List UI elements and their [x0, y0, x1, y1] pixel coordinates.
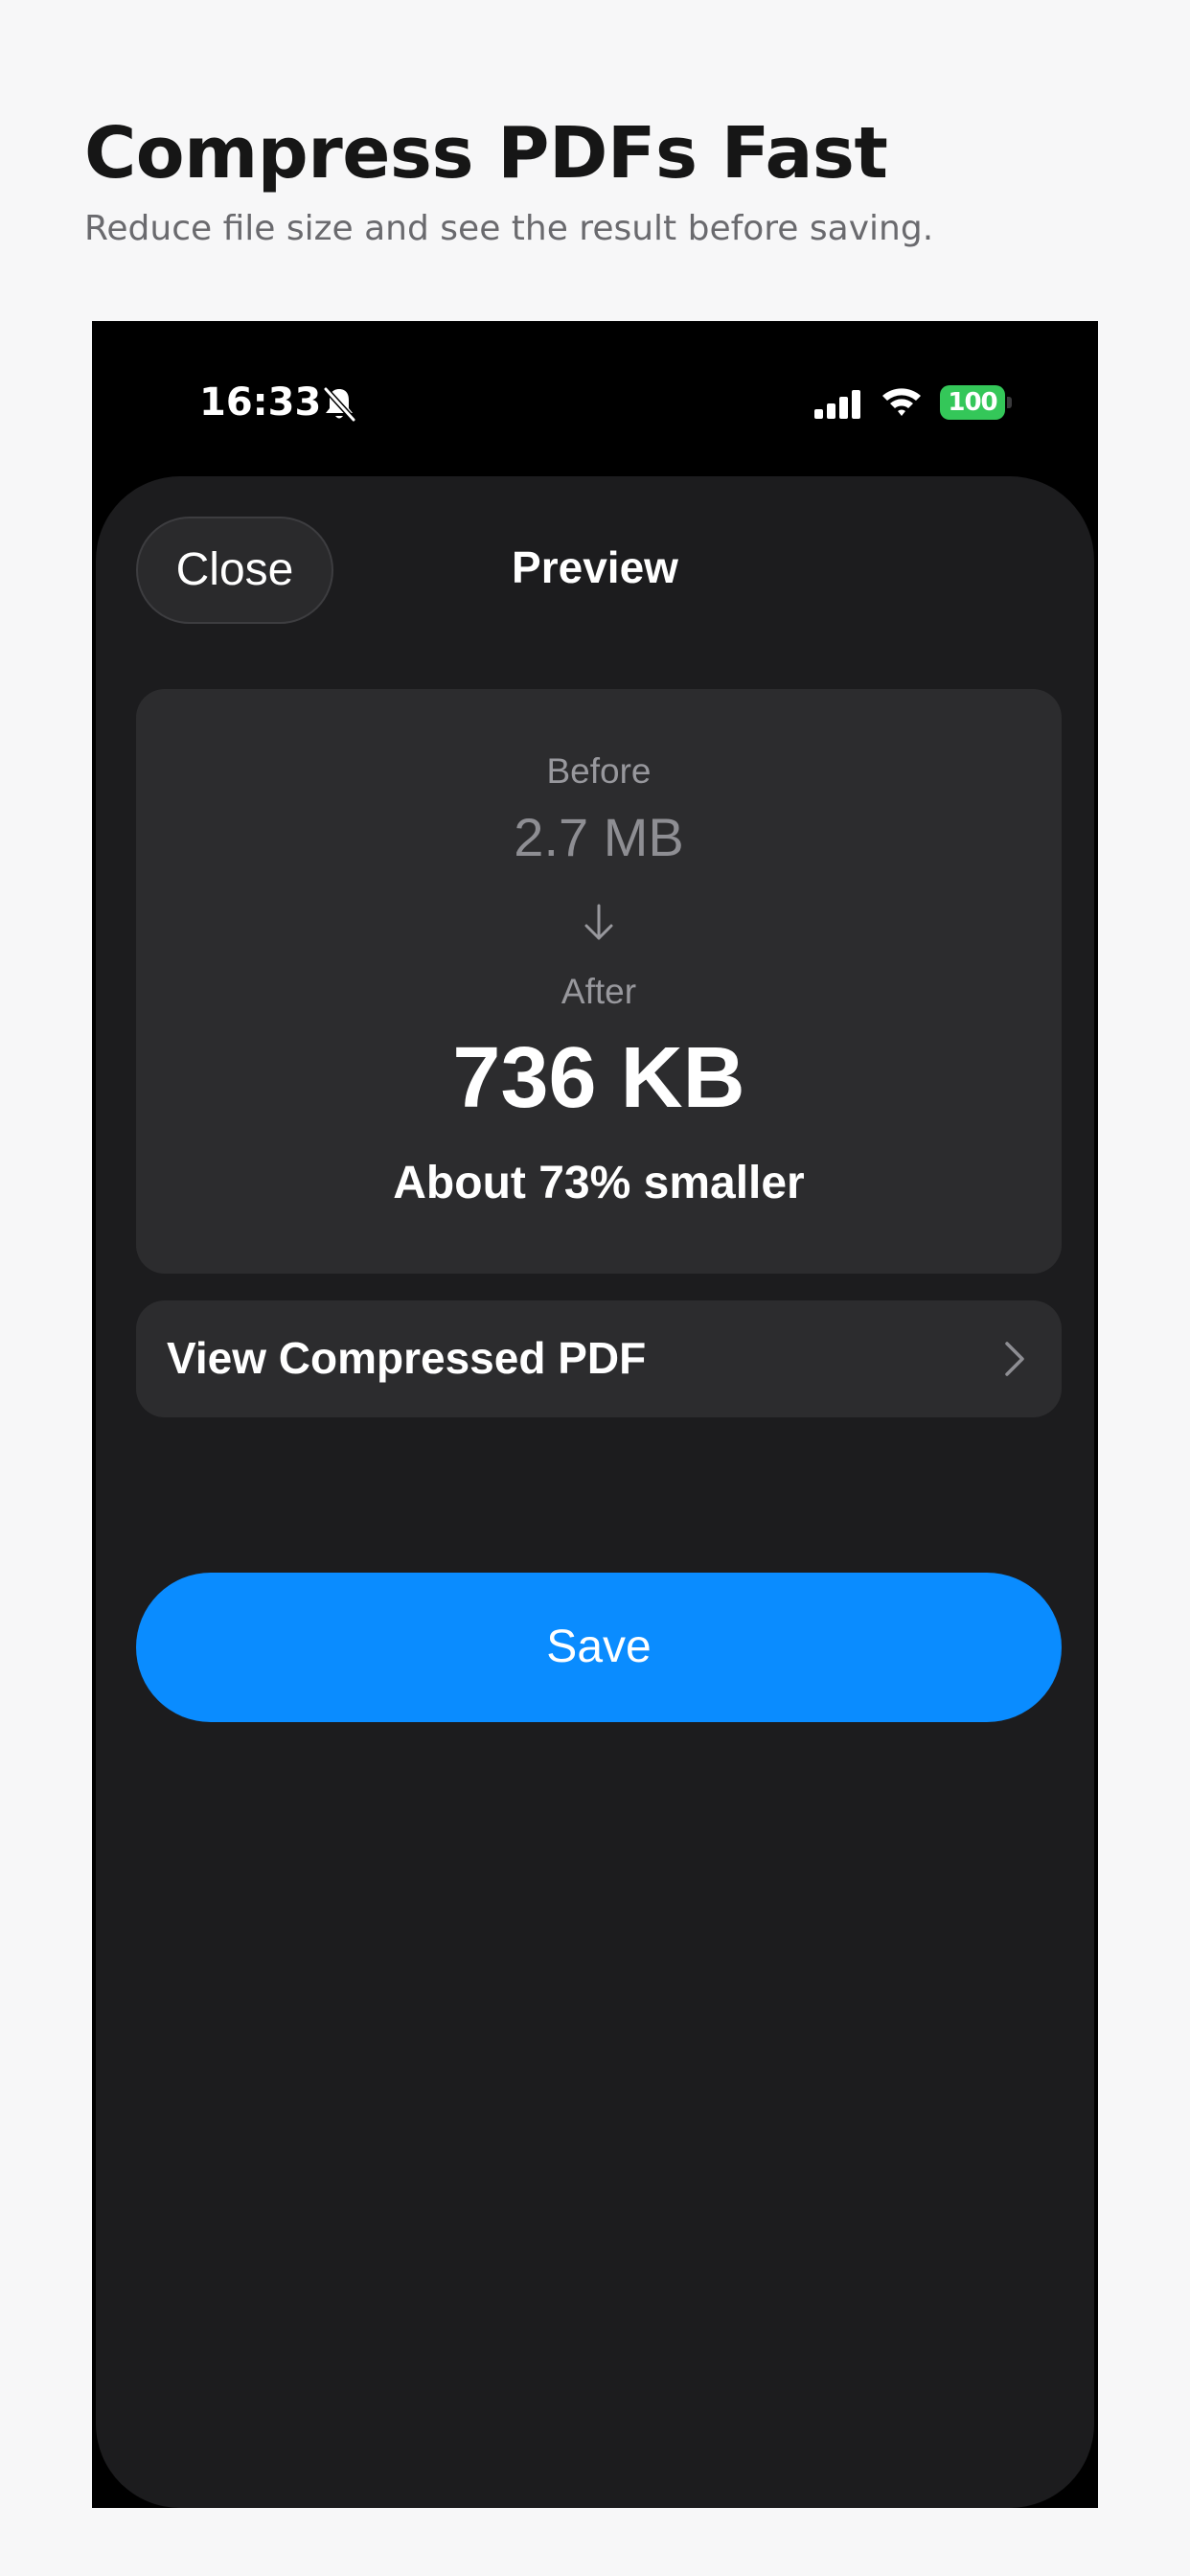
after-label: After	[561, 972, 637, 1011]
bell-slash-icon	[323, 386, 356, 423]
page-title: Compress PDFs Fast	[84, 112, 888, 195]
sheet-title: Preview	[512, 542, 678, 592]
view-compressed-pdf-row[interactable]: View Compressed PDF	[136, 1300, 1062, 1417]
phone-screen: 16:33 100 Close Preview Before 2.7 MB Af…	[92, 321, 1098, 2508]
status-bar: 16:33 100	[92, 321, 1098, 474]
status-time: 16:33	[199, 380, 322, 425]
chevron-right-icon	[1005, 1342, 1024, 1376]
battery-indicator: 100	[940, 385, 1013, 420]
wifi-icon	[882, 388, 921, 416]
battery-level: 100	[940, 385, 1005, 420]
before-label: Before	[546, 751, 652, 791]
size-comparison-card: Before 2.7 MB After 736 KB About 73% sma…	[136, 689, 1062, 1274]
page-subtitle: Reduce file size and see the result befo…	[84, 209, 934, 248]
battery-tip	[1007, 397, 1012, 408]
save-button[interactable]: Save	[136, 1573, 1062, 1722]
arrow-down-icon	[584, 904, 613, 940]
view-compressed-pdf-label: View Compressed PDF	[167, 1333, 647, 1383]
after-size: 736 KB	[452, 1030, 745, 1126]
preview-sheet: Close Preview Before 2.7 MB After 736 KB…	[96, 476, 1094, 2508]
reduction-summary: About 73% smaller	[393, 1158, 805, 1208]
cellular-signal-icon	[814, 390, 860, 419]
before-size: 2.7 MB	[514, 807, 684, 867]
